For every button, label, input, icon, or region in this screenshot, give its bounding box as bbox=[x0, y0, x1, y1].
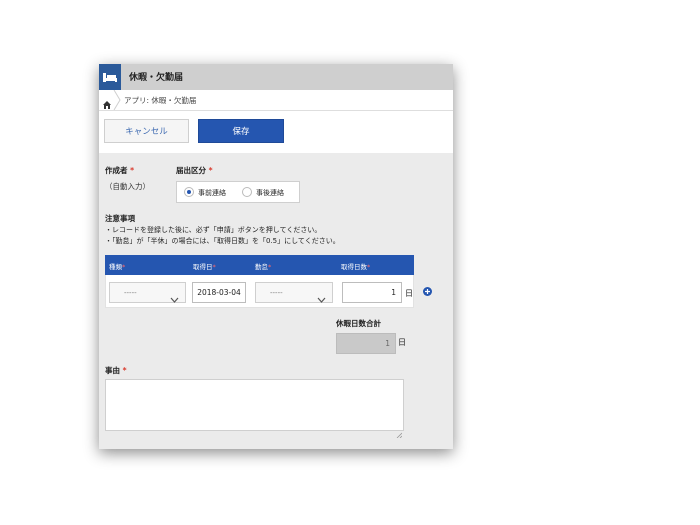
header-days-text: 取得日数 bbox=[341, 263, 367, 271]
radio-after-notice-label[interactable]: 事後連絡 bbox=[256, 188, 284, 198]
header-type-text: 種類 bbox=[109, 263, 122, 271]
header-date: 取得日* bbox=[193, 261, 216, 271]
breadcrumb-app-link[interactable]: アプリ: 休暇・欠勤届 bbox=[124, 95, 196, 106]
required-mark: * bbox=[122, 263, 126, 271]
bed-icon bbox=[99, 64, 121, 90]
title-bar: 休暇・欠勤届 bbox=[99, 64, 453, 90]
type-select[interactable]: ----- bbox=[109, 282, 186, 303]
chevron-down-icon bbox=[170, 289, 179, 303]
type-select-value: ----- bbox=[124, 289, 137, 297]
notes-line-2: ・「勤怠」が「半休」の場合には、「取得日数」を「0.5」にしてください。 bbox=[105, 237, 340, 245]
days-input[interactable]: 1 bbox=[342, 282, 402, 303]
header-attendance-text: 勤怠 bbox=[255, 263, 268, 271]
reason-textarea[interactable] bbox=[105, 379, 404, 439]
table-header: 種類* 取得日* 勤怠* 取得日数* bbox=[105, 255, 414, 275]
creator-label: 作成者 * bbox=[105, 165, 134, 176]
notice-type-label: 届出区分 * bbox=[176, 165, 213, 176]
required-mark: * bbox=[268, 263, 272, 271]
required-mark: * bbox=[208, 166, 213, 175]
resize-handle-icon[interactable] bbox=[396, 423, 403, 439]
attendance-select[interactable]: ----- bbox=[255, 282, 333, 303]
header-type: 種類* bbox=[109, 261, 125, 271]
notes-line-1: ・レコードを登録した後に、必ず「申請」ボタンを押してください。 bbox=[105, 226, 322, 234]
chevron-down-icon bbox=[317, 289, 326, 303]
date-input[interactable]: 2018-03-04 bbox=[192, 282, 246, 303]
notes-title: 注意事項 bbox=[105, 214, 135, 223]
header-date-text: 取得日 bbox=[193, 263, 213, 271]
reason-label-text: 事由 bbox=[105, 366, 120, 375]
total-days-label: 休暇日数合計 bbox=[336, 319, 381, 328]
breadcrumb: アプリ: 休暇・欠勤届 bbox=[99, 89, 453, 111]
radio-advance-notice-label[interactable]: 事前連絡 bbox=[198, 188, 226, 198]
radio-after-notice[interactable] bbox=[242, 187, 252, 197]
notice-type-label-text: 届出区分 bbox=[176, 166, 206, 175]
app-window: 休暇・欠勤届 アプリ: 休暇・欠勤届 キャンセル 保存 作成者 * （自動入力）… bbox=[99, 64, 453, 449]
total-days-value: 1 bbox=[336, 333, 396, 354]
notice-type-radio-group: 事前連絡 事後連絡 bbox=[176, 181, 300, 203]
creator-label-text: 作成者 bbox=[105, 166, 128, 175]
breadcrumb-separator-icon bbox=[113, 89, 121, 111]
attendance-select-value: ----- bbox=[270, 289, 283, 297]
toolbar: キャンセル 保存 bbox=[99, 111, 453, 153]
add-row-icon[interactable] bbox=[423, 281, 432, 296]
required-mark: * bbox=[130, 166, 135, 175]
creator-value: （自動入力） bbox=[105, 182, 150, 191]
reason-label: 事由 * bbox=[105, 365, 127, 376]
header-days: 取得日数* bbox=[341, 261, 370, 271]
header-attendance: 勤怠* bbox=[255, 261, 271, 271]
required-mark: * bbox=[122, 366, 127, 375]
table-row: ----- 2018-03-04 ----- 1 日 bbox=[105, 275, 414, 308]
total-days-unit: 日 bbox=[398, 338, 406, 347]
required-mark: * bbox=[212, 263, 216, 271]
cancel-button[interactable]: キャンセル bbox=[104, 119, 189, 143]
save-button[interactable]: 保存 bbox=[198, 119, 284, 143]
app-title: 休暇・欠勤届 bbox=[129, 73, 184, 83]
home-icon[interactable] bbox=[102, 95, 112, 109]
days-unit: 日 bbox=[405, 289, 413, 298]
required-mark: * bbox=[367, 263, 371, 271]
radio-advance-notice[interactable] bbox=[184, 187, 194, 197]
